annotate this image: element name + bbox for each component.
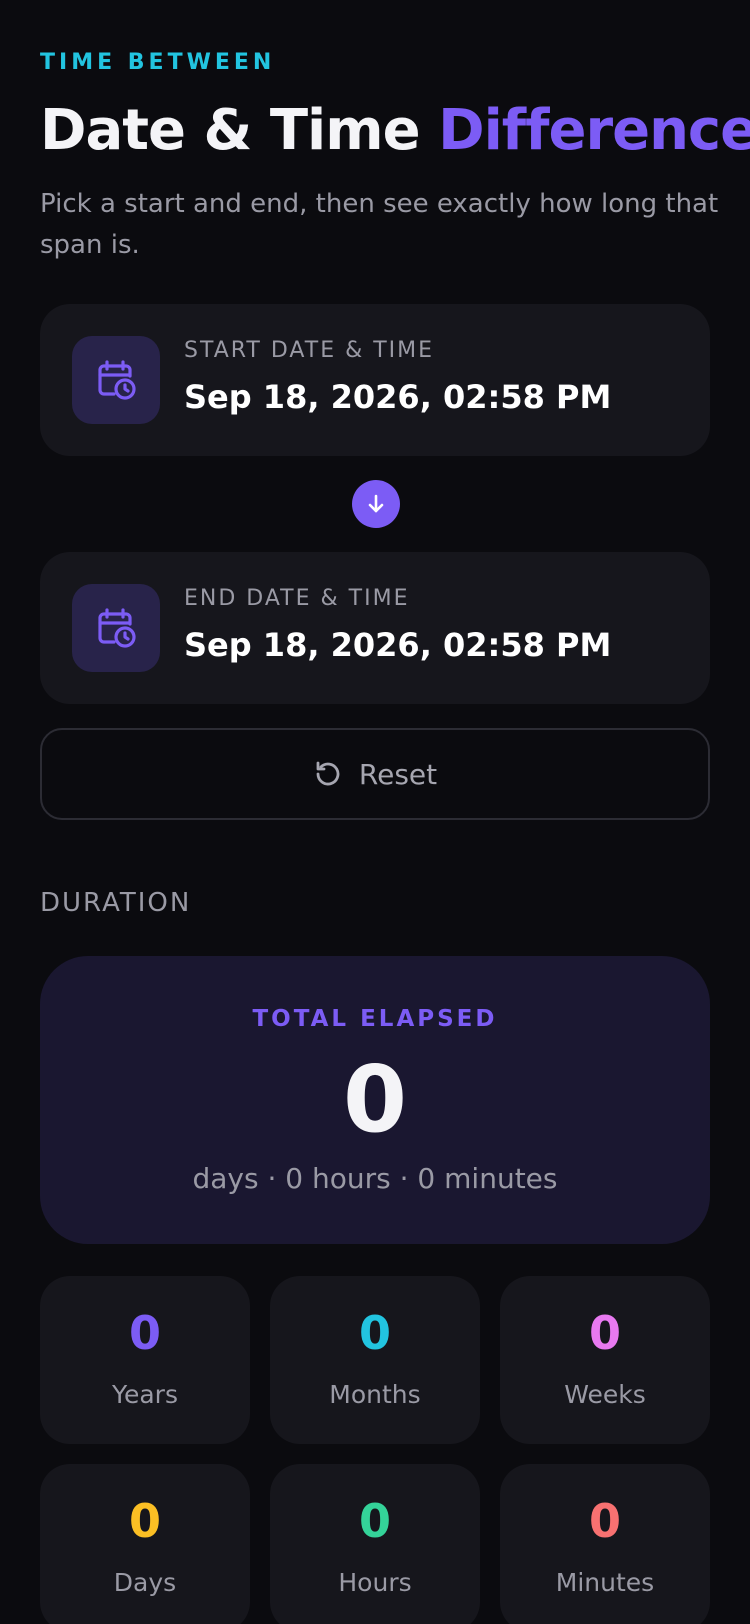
stat-hours-label: Hours [338,1568,412,1597]
stat-weeks-value: 0 [588,1306,621,1360]
stat-years-value: 0 [128,1306,161,1360]
reset-label: Reset [358,757,438,791]
total-elapsed-detail: days · 0 hours · 0 minutes [192,1162,558,1195]
start-datetime-card[interactable]: START DATE & TIME Sep 18, 2026, 02:58 PM [40,304,710,456]
calendar-clock-icon [72,336,160,424]
stat-weeks: 0 Weeks [500,1276,710,1444]
stat-days-label: Days [113,1568,177,1597]
page-title: Date & Time Difference [40,98,750,163]
stat-years-label: Years [112,1380,178,1409]
stat-minutes-value: 0 [588,1494,621,1548]
duration-section-label: DURATION [40,888,192,918]
reset-button[interactable]: Reset [40,728,710,820]
stat-years: 0 Years [40,1276,250,1444]
date-difference-page: TIME BETWEEN Date & Time Difference Pick… [0,0,750,1624]
end-datetime-card[interactable]: END DATE & TIME Sep 18, 2026, 02:58 PM [40,552,710,704]
stat-days: 0 Days [40,1464,250,1624]
eyebrow-label: TIME BETWEEN [40,50,276,75]
stat-weeks-label: Weeks [564,1380,646,1409]
stat-months-value: 0 [358,1306,391,1360]
arrow-down-icon[interactable] [352,480,400,528]
stat-days-value: 0 [128,1494,161,1548]
end-datetime-label: END DATE & TIME [184,586,410,611]
total-elapsed-card: TOTAL ELAPSED 0 days · 0 hours · 0 minut… [40,956,710,1244]
stat-hours: 0 Hours [270,1464,480,1624]
stat-minutes-label: Minutes [555,1568,655,1597]
title-accent: Difference [438,98,750,163]
stat-months-label: Months [329,1380,421,1409]
start-datetime-label: START DATE & TIME [184,338,435,363]
reset-icon [316,761,340,786]
stat-months: 0 Months [270,1276,480,1444]
stat-hours-value: 0 [358,1494,391,1548]
calendar-clock-icon [72,584,160,672]
stat-minutes: 0 Minutes [500,1464,710,1624]
title-main: Date & Time [40,98,439,163]
total-elapsed-value: 0 [342,1046,407,1153]
end-datetime-value: Sep 18, 2026, 02:58 PM [184,626,612,664]
total-elapsed-label: TOTAL ELAPSED [252,1006,498,1032]
page-subtitle: Pick a start and end, then see exactly h… [40,189,719,260]
start-datetime-value: Sep 18, 2026, 02:58 PM [184,378,612,416]
